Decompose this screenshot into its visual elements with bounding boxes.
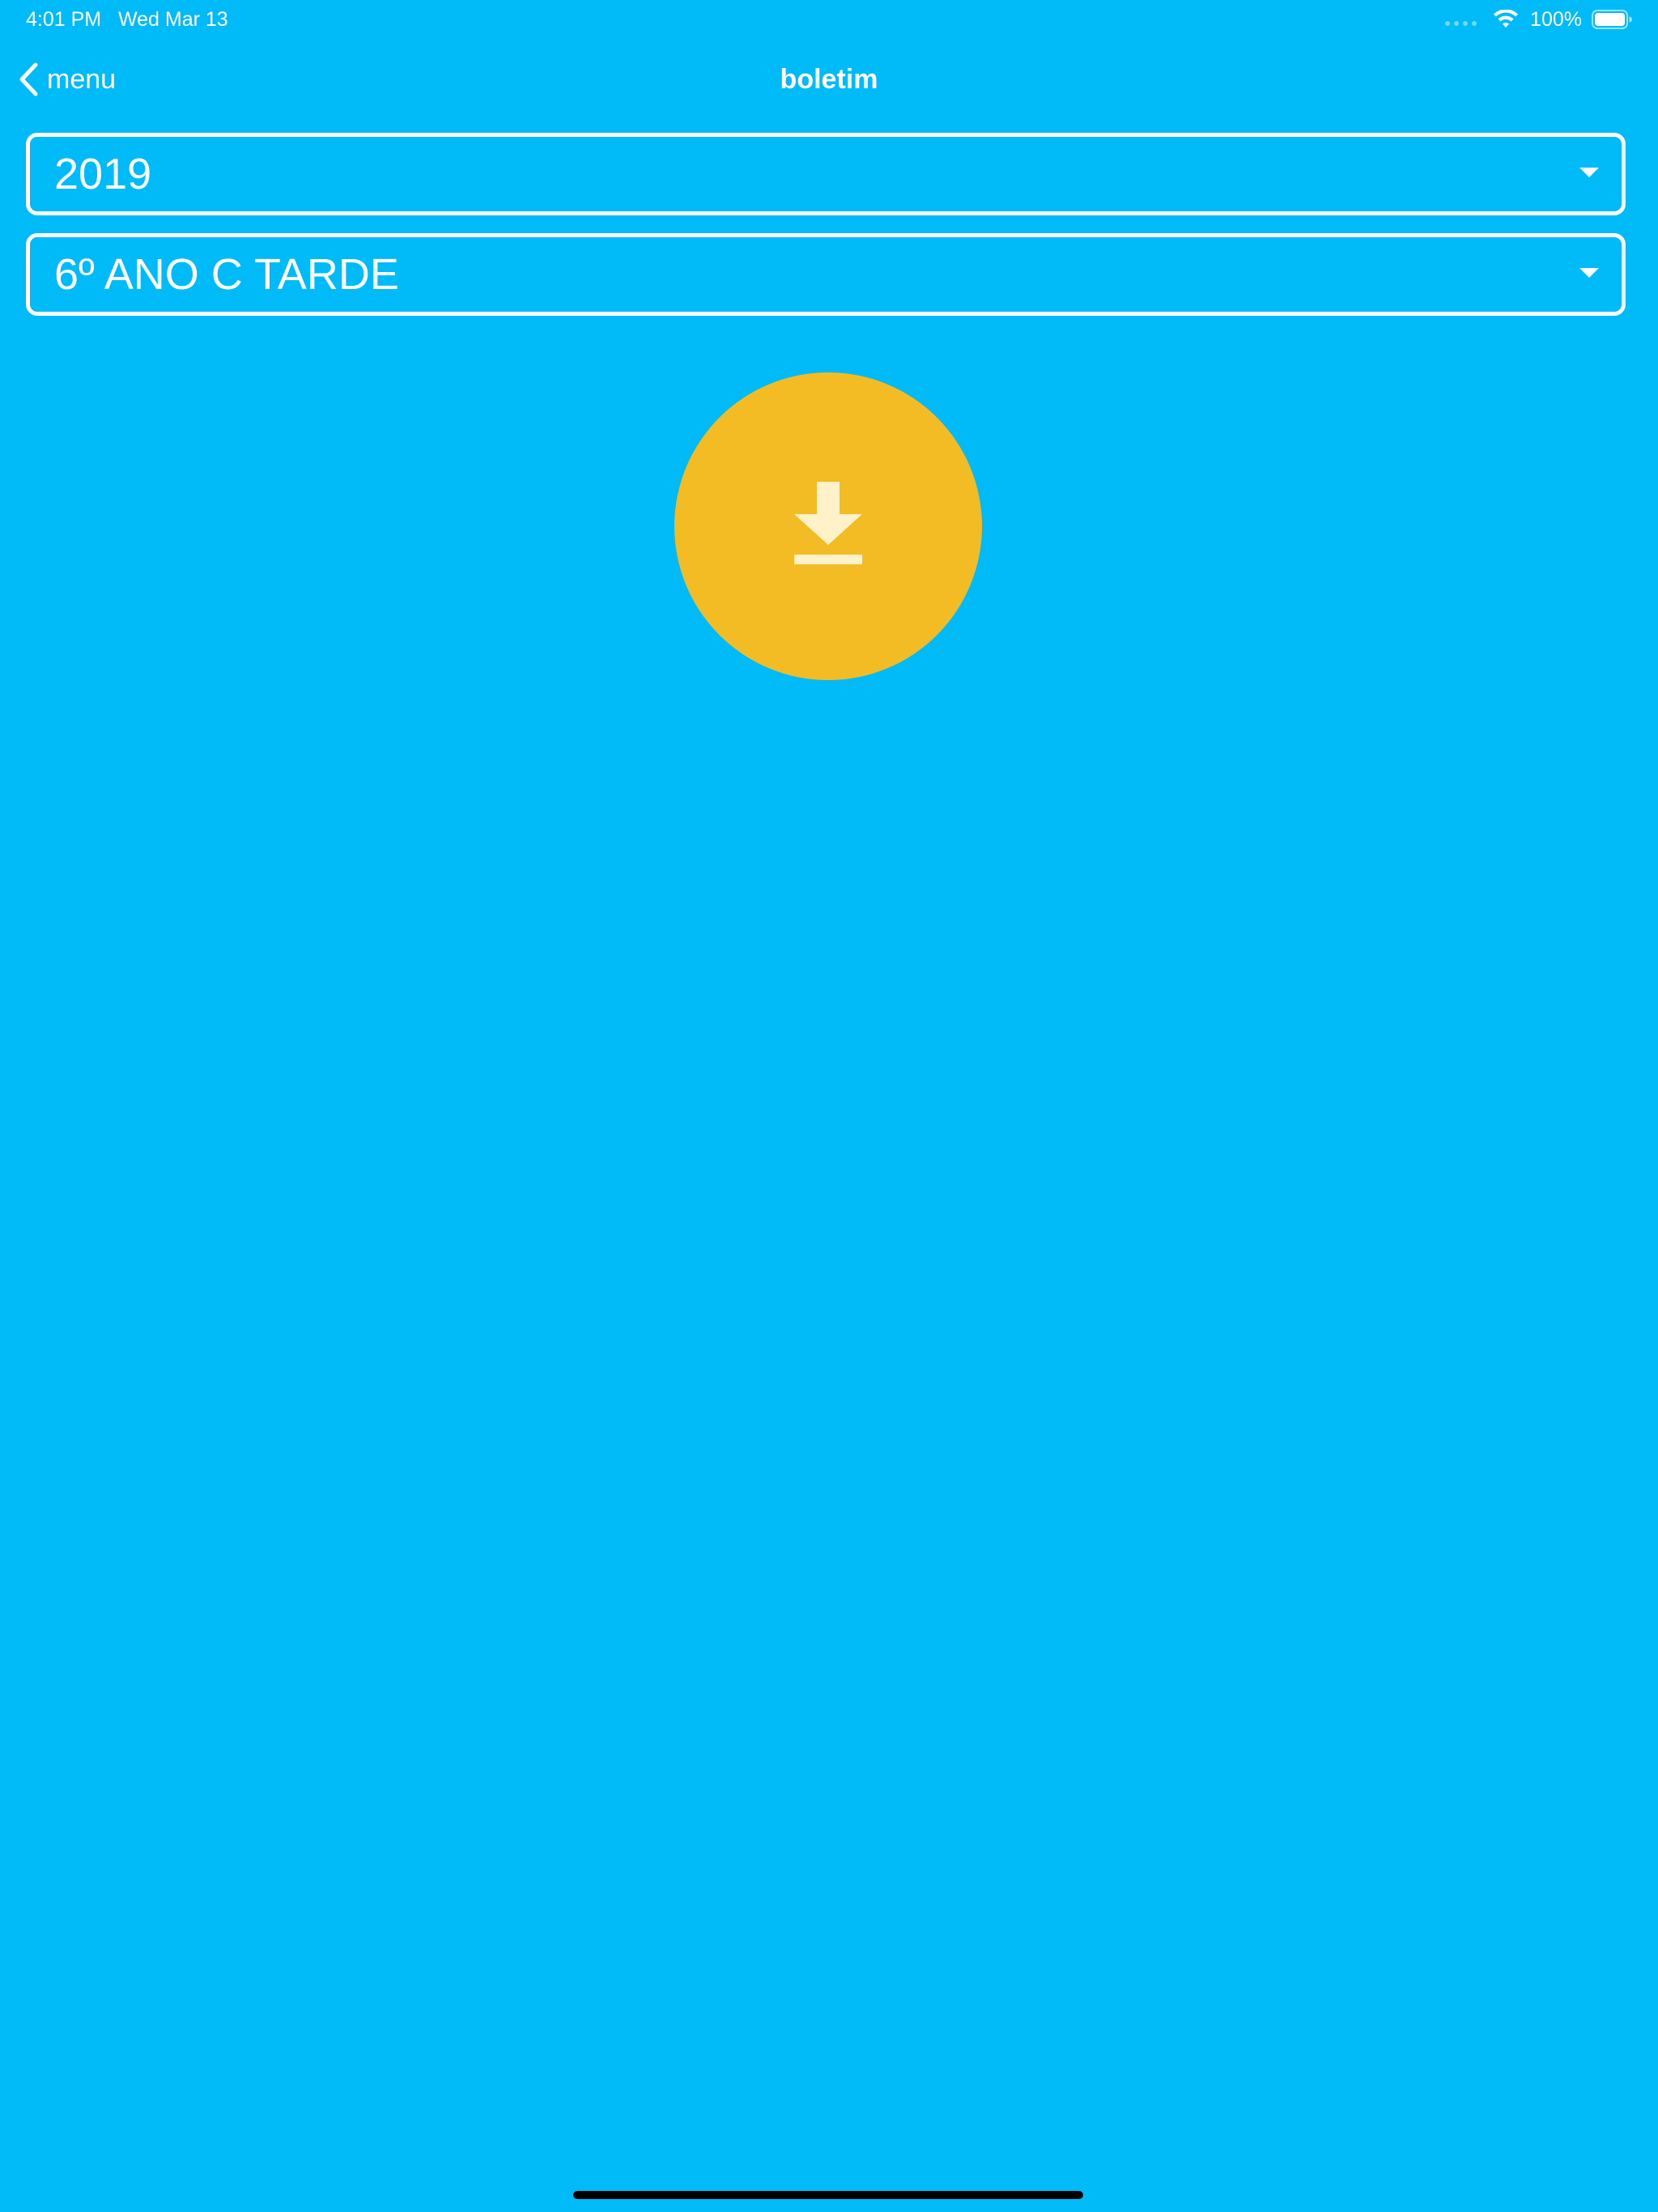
- status-indicators: 100%: [1445, 6, 1632, 32]
- year-select[interactable]: 2019: [26, 133, 1626, 215]
- download-icon: [794, 482, 862, 564]
- caret-down-icon: [1579, 168, 1599, 177]
- year-select-value: 2019: [54, 150, 152, 198]
- class-select-value: 6º ANO C TARDE: [54, 250, 399, 299]
- status-date: Wed Mar 13: [118, 8, 228, 31]
- navigation-bar: menu boletim: [0, 39, 1658, 120]
- status-time: 4:01 PM: [26, 8, 102, 31]
- page-title: boletim: [780, 64, 878, 95]
- download-button[interactable]: [674, 372, 982, 680]
- caret-down-icon: [1579, 268, 1599, 278]
- status-bar: 4:01 PM Wed Mar 13 100%: [0, 0, 1658, 39]
- home-indicator[interactable]: [573, 2191, 1083, 2199]
- battery-percentage: 100%: [1530, 8, 1582, 31]
- battery-icon: [1592, 10, 1632, 29]
- wifi-icon: [1494, 10, 1519, 28]
- signal-icon: [1445, 21, 1477, 26]
- class-select[interactable]: 6º ANO C TARDE: [26, 233, 1626, 316]
